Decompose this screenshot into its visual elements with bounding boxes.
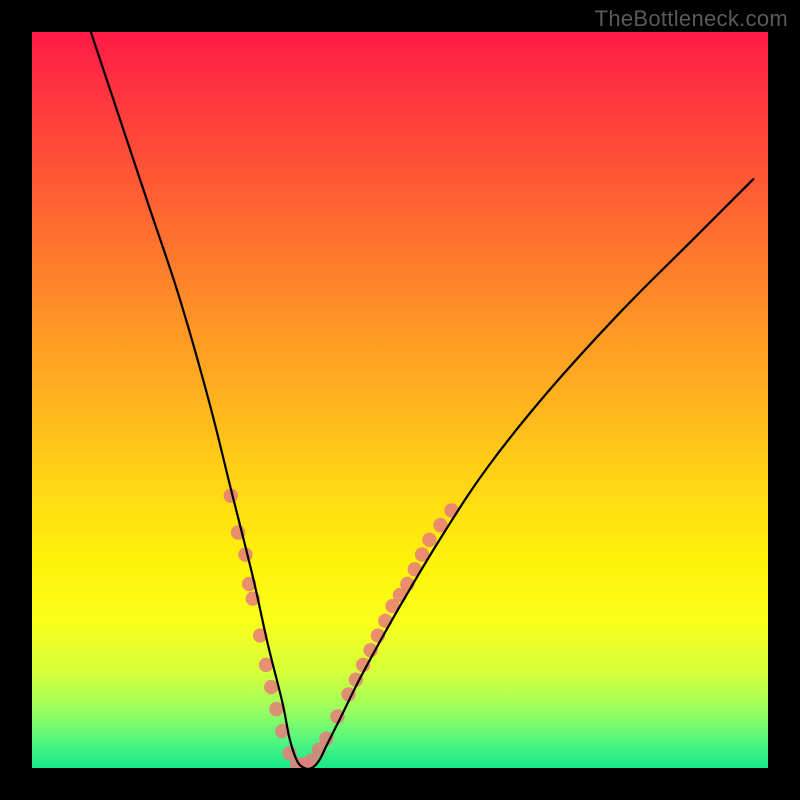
watermark-text: TheBottleneck.com — [595, 6, 788, 32]
chart-svg — [32, 32, 768, 768]
data-point-dot — [269, 702, 283, 716]
data-point-dot — [444, 503, 458, 517]
data-point-dot — [371, 628, 385, 642]
data-point-dot — [341, 687, 355, 701]
data-point-dot — [224, 488, 238, 502]
data-point-dot — [231, 525, 245, 539]
data-point-dot — [264, 680, 278, 694]
data-point-dot — [319, 731, 333, 745]
data-point-dot — [356, 658, 370, 672]
data-point-dot — [363, 643, 377, 657]
data-point-dot — [433, 518, 447, 532]
data-point-dot — [246, 592, 260, 606]
chart-data-dots — [224, 488, 459, 768]
data-point-dot — [312, 742, 326, 756]
data-point-dot — [400, 577, 414, 591]
data-point-dot — [408, 562, 422, 576]
data-point-dot — [378, 614, 392, 628]
data-point-dot — [422, 533, 436, 547]
data-point-dot — [259, 658, 273, 672]
data-point-dot — [415, 547, 429, 561]
data-point-dot — [393, 588, 407, 602]
data-point-dot — [238, 547, 252, 561]
data-point-dot — [349, 672, 363, 686]
data-point-dot — [282, 746, 296, 760]
data-point-dot — [242, 577, 256, 591]
data-point-dot — [275, 724, 289, 738]
data-point-dot — [290, 757, 304, 768]
chart-plot-area — [32, 32, 768, 768]
data-point-dot — [253, 628, 267, 642]
bottleneck-curve-line — [91, 32, 753, 768]
data-point-dot — [330, 709, 344, 723]
data-point-dot — [304, 753, 318, 767]
data-point-dot — [297, 757, 311, 768]
data-point-dot — [385, 599, 399, 613]
